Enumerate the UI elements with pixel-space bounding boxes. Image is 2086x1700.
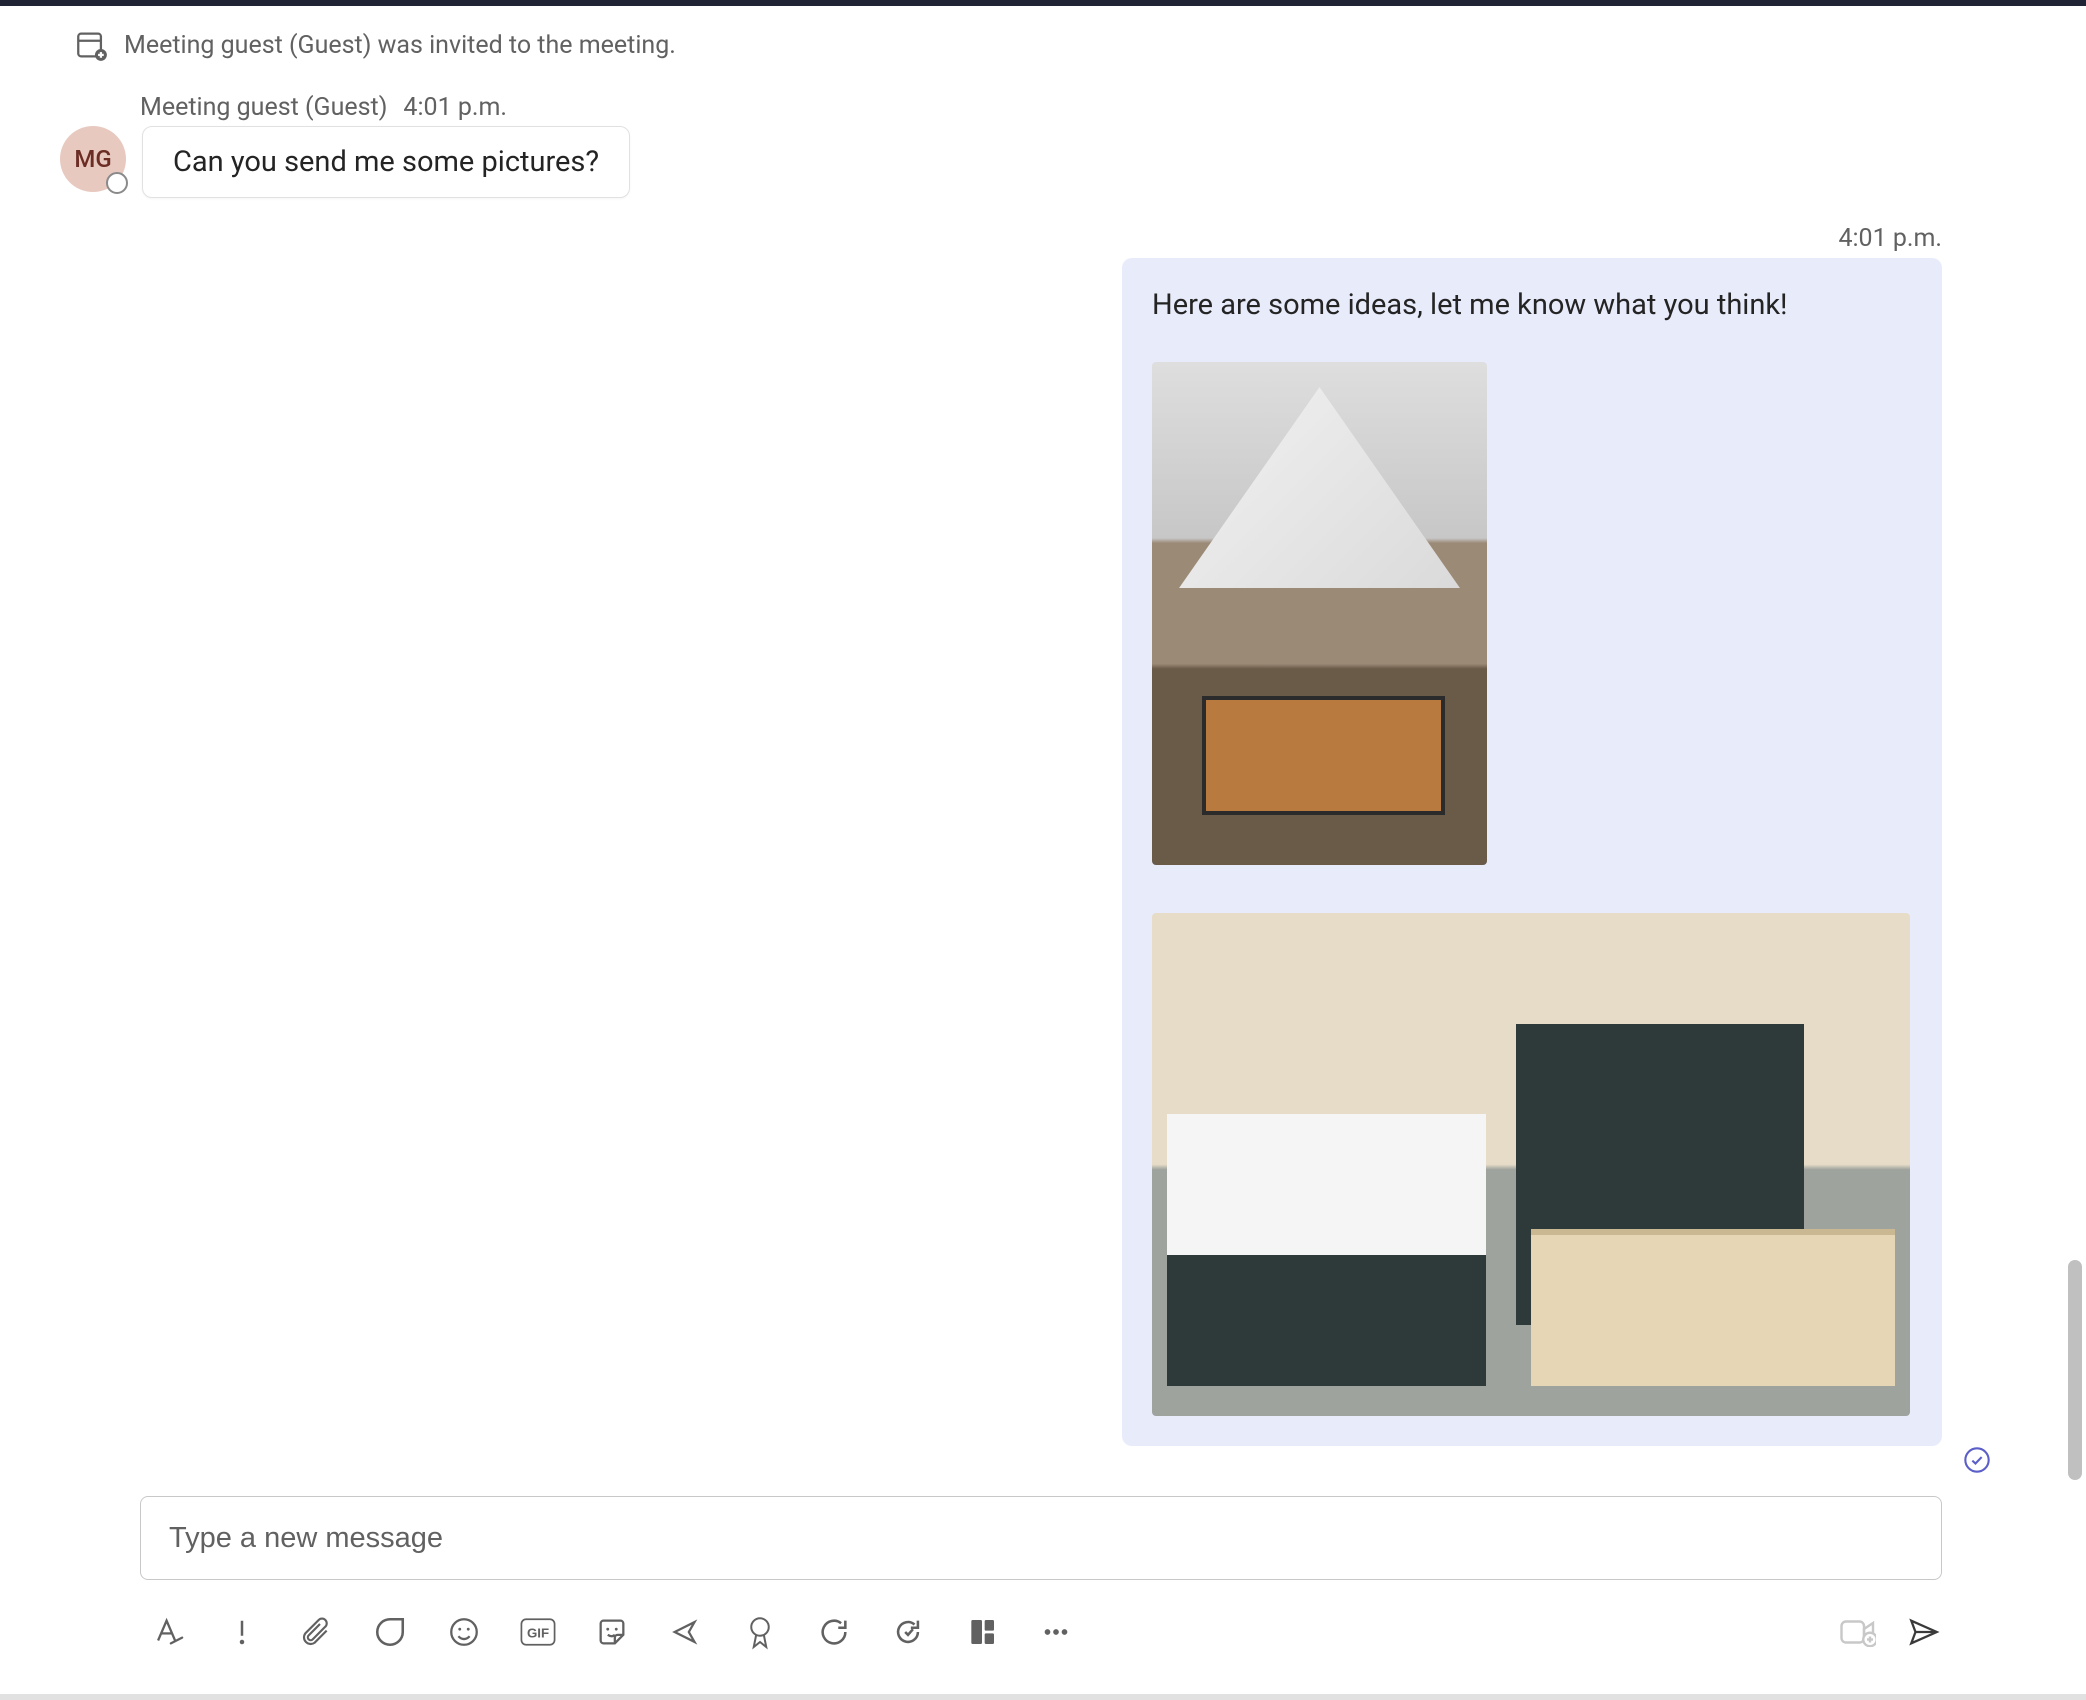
updates-icon[interactable] — [890, 1614, 926, 1650]
share-icon[interactable] — [668, 1614, 704, 1650]
refresh-icon[interactable] — [816, 1614, 852, 1650]
incoming-meta: Meeting guest (Guest) 4:01 p.m. — [140, 93, 507, 122]
outgoing-text: Here are some ideas, let me know what yo… — [1152, 288, 1912, 322]
approvals-icon[interactable] — [742, 1614, 778, 1650]
svg-text:GIF: GIF — [527, 1626, 549, 1641]
incoming-time: 4:01 p.m. — [403, 93, 507, 122]
avatar[interactable]: MG — [60, 126, 126, 192]
attachment-image-1[interactable] — [1152, 362, 1487, 865]
presence-offline-icon — [106, 172, 128, 194]
incoming-text: Can you send me some pictures? — [173, 145, 599, 179]
outgoing-bubble[interactable]: Here are some ideas, let me know what yo… — [1122, 258, 1942, 1446]
more-icon[interactable] — [1038, 1614, 1074, 1650]
avatar-initials: MG — [74, 145, 111, 173]
incoming-bubble[interactable]: Can you send me some pictures? — [142, 126, 630, 198]
seen-check-icon — [1963, 1446, 1991, 1474]
attach-icon[interactable] — [298, 1614, 334, 1650]
sticker-icon[interactable] — [594, 1614, 630, 1650]
incoming-sender: Meeting guest (Guest) — [140, 93, 387, 122]
kitchen-upper-cabinet — [1167, 1114, 1485, 1255]
priority-icon[interactable] — [224, 1614, 260, 1650]
kitchen-lower-cabinet — [1167, 1255, 1485, 1386]
scrollbar-thumb[interactable] — [2068, 1260, 2082, 1480]
chat-scroll-area: Meeting guest (Guest) was invited to the… — [0, 6, 2086, 1580]
gif-icon[interactable]: GIF — [520, 1614, 556, 1650]
outgoing-time: 4:01 p.m. — [1838, 224, 1942, 253]
composer-toolbar: GIF — [150, 1606, 1942, 1658]
send-icon[interactable] — [1906, 1614, 1942, 1650]
calendar-add-icon — [74, 28, 108, 62]
incoming-message-row: MG Can you send me some pictures? — [60, 126, 630, 198]
system-event-row: Meeting guest (Guest) was invited to the… — [74, 28, 676, 62]
system-event-text: Meeting guest (Guest) was invited to the… — [124, 31, 676, 60]
stream-icon[interactable] — [964, 1614, 1000, 1650]
message-input[interactable] — [167, 1521, 1915, 1556]
bottom-divider — [0, 1694, 2086, 1700]
loop-icon[interactable] — [372, 1614, 408, 1650]
video-clip-icon[interactable] — [1840, 1614, 1876, 1650]
emoji-icon[interactable] — [446, 1614, 482, 1650]
attachment-image-2[interactable] — [1152, 913, 1910, 1416]
format-icon[interactable] — [150, 1614, 186, 1650]
message-composer[interactable] — [140, 1496, 1942, 1580]
